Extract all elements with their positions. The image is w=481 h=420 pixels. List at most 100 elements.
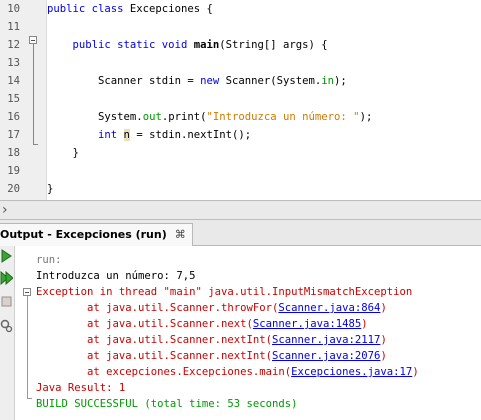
close-tab-icon[interactable]: ⌘ xyxy=(175,228,186,241)
code-token: in xyxy=(321,75,335,87)
rerun-double-icon xyxy=(0,270,14,286)
output-tab-bar: Output - Excepciones (run) ⌘ xyxy=(0,220,481,246)
stacktrace-line: at excepciones.Excepciones.main(Excepcio… xyxy=(36,364,419,380)
code-token: "Introduzca un número: " xyxy=(206,111,360,123)
source-link[interactable]: Scanner.java:864 xyxy=(278,302,380,314)
code-token: Scanner stdin = xyxy=(98,75,201,87)
line-number: 18 xyxy=(7,147,20,159)
stack-frame-close: ) xyxy=(412,366,419,378)
code-text: public static void main(String[] args) { xyxy=(47,36,328,54)
tab-title: Output - Excepciones (run) xyxy=(0,228,167,241)
code-token: Scanner(System. xyxy=(225,75,322,87)
stack-frame-text: at java.util.Scanner.nextInt( xyxy=(36,350,272,362)
line-number: 17 xyxy=(7,129,20,141)
fold-guide-line xyxy=(33,44,34,144)
panel-splitter[interactable]: › xyxy=(0,200,481,220)
code-line[interactable]: 13 xyxy=(0,54,481,72)
line-number: 11 xyxy=(7,21,20,33)
code-token: Excepciones { xyxy=(129,3,213,15)
code-token: = stdin.nextInt(); xyxy=(129,129,252,141)
stack-frame-close: ) xyxy=(361,318,368,330)
line-number: 14 xyxy=(7,75,20,87)
code-line[interactable]: 11 xyxy=(0,18,481,36)
line-number: 20 xyxy=(7,183,20,195)
stack-frame-close: ) xyxy=(380,350,387,362)
code-text: } xyxy=(47,180,53,198)
code-token: new xyxy=(200,75,226,87)
stack-frame-text: at java.util.Scanner.throwFor( xyxy=(36,302,279,314)
code-token: System. xyxy=(98,111,143,123)
code-editor[interactable]: 10 public class Excepciones { 11 12 public … xyxy=(0,0,481,200)
line-number: 19 xyxy=(7,165,20,177)
line-number: 10 xyxy=(7,3,20,15)
stop-button[interactable] xyxy=(0,294,13,310)
line-number: 16 xyxy=(7,111,20,123)
settings-button[interactable] xyxy=(0,318,13,334)
stack-frame-text: at java.util.Scanner.next( xyxy=(36,318,253,330)
stacktrace-line: at java.util.Scanner.next(Scanner.java:1… xyxy=(36,316,368,332)
stacktrace-fold-guide xyxy=(27,296,28,398)
source-link[interactable]: Scanner.java:2076 xyxy=(272,350,380,362)
code-token: out xyxy=(142,111,162,123)
code-line[interactable]: 15 xyxy=(0,90,481,108)
code-token: } xyxy=(72,147,79,159)
code-line[interactable]: 20} xyxy=(0,180,481,198)
stack-frame-close: ) xyxy=(380,334,387,346)
build-status-line: BUILD SUCCESSFUL (total time: 53 seconds… xyxy=(36,398,298,410)
console-run-line: run: xyxy=(36,254,62,266)
code-text: } xyxy=(47,144,79,162)
java-result-line: Java Result: 1 xyxy=(36,382,126,394)
collapse-method-icon[interactable] xyxy=(29,36,37,44)
code-text: public class Excepciones { xyxy=(47,0,213,18)
console-prompt-line: Introduzca un número: 7,5 xyxy=(36,270,196,282)
code-line[interactable]: 10 public class Excepciones { xyxy=(0,0,481,18)
code-text: Scanner stdin = new Scanner(System.in); xyxy=(47,72,347,90)
code-token: .print( xyxy=(161,111,207,123)
source-link[interactable]: Scanner.java:1485 xyxy=(253,318,361,330)
output-panel: Output - Excepciones (run) ⌘ run: Introdu… xyxy=(0,220,481,420)
stacktrace-line: at java.util.Scanner.nextInt(Scanner.jav… xyxy=(36,348,387,364)
source-link[interactable]: Excepciones.java:17 xyxy=(291,366,412,378)
console-output[interactable]: run: Introduzca un número: 7,5 Exception… xyxy=(18,246,481,420)
code-token: (String[] args) { xyxy=(219,39,328,51)
code-line[interactable]: 19 xyxy=(0,162,481,180)
code-token: public class xyxy=(47,3,130,15)
line-number: 13 xyxy=(7,57,20,69)
stack-frame-text: at java.util.Scanner.nextInt( xyxy=(36,334,272,346)
output-toolbar xyxy=(0,246,15,420)
rerun-with-params-button[interactable] xyxy=(0,270,14,286)
code-token: public static void xyxy=(72,39,194,51)
code-line[interactable]: 18 } xyxy=(0,144,481,162)
collapse-stacktrace-icon[interactable] xyxy=(23,288,31,296)
chevron-right-icon[interactable]: › xyxy=(2,202,8,218)
code-token: ); xyxy=(334,75,347,87)
rerun-icon xyxy=(1,249,12,263)
stop-icon xyxy=(1,296,12,307)
code-token: int xyxy=(98,129,124,141)
settings-icon xyxy=(0,319,13,333)
rerun-button[interactable] xyxy=(0,248,13,264)
line-number: 15 xyxy=(7,93,20,105)
code-line[interactable]: 14 Scanner stdin = new Scanner(System.in… xyxy=(0,72,481,90)
code-token: } xyxy=(47,183,54,195)
tab-output-excepciones[interactable]: Output - Excepciones (run) ⌘ xyxy=(0,223,193,246)
line-number: 12 xyxy=(7,39,20,51)
code-token: main xyxy=(193,39,220,51)
fold-end-marker xyxy=(33,144,38,145)
source-link[interactable]: Scanner.java:2117 xyxy=(272,334,380,346)
stacktrace-fold-end xyxy=(27,398,32,399)
stack-frame-close: ) xyxy=(380,302,387,314)
code-line[interactable]: 17 int n = stdin.nextInt(); xyxy=(0,126,481,144)
stack-frame-text: at excepciones.Excepciones.main( xyxy=(36,366,292,378)
code-text: System.out.print("Introduzca un número: … xyxy=(47,108,372,126)
code-line[interactable]: 12 public static void main(String[] args… xyxy=(0,36,481,54)
stacktrace-line: at java.util.Scanner.nextInt(Scanner.jav… xyxy=(36,332,387,348)
code-text: int n = stdin.nextInt(); xyxy=(47,126,251,144)
code-line[interactable]: 16 System.out.print("Introduzca un númer… xyxy=(0,108,481,126)
code-token: ); xyxy=(359,111,373,123)
